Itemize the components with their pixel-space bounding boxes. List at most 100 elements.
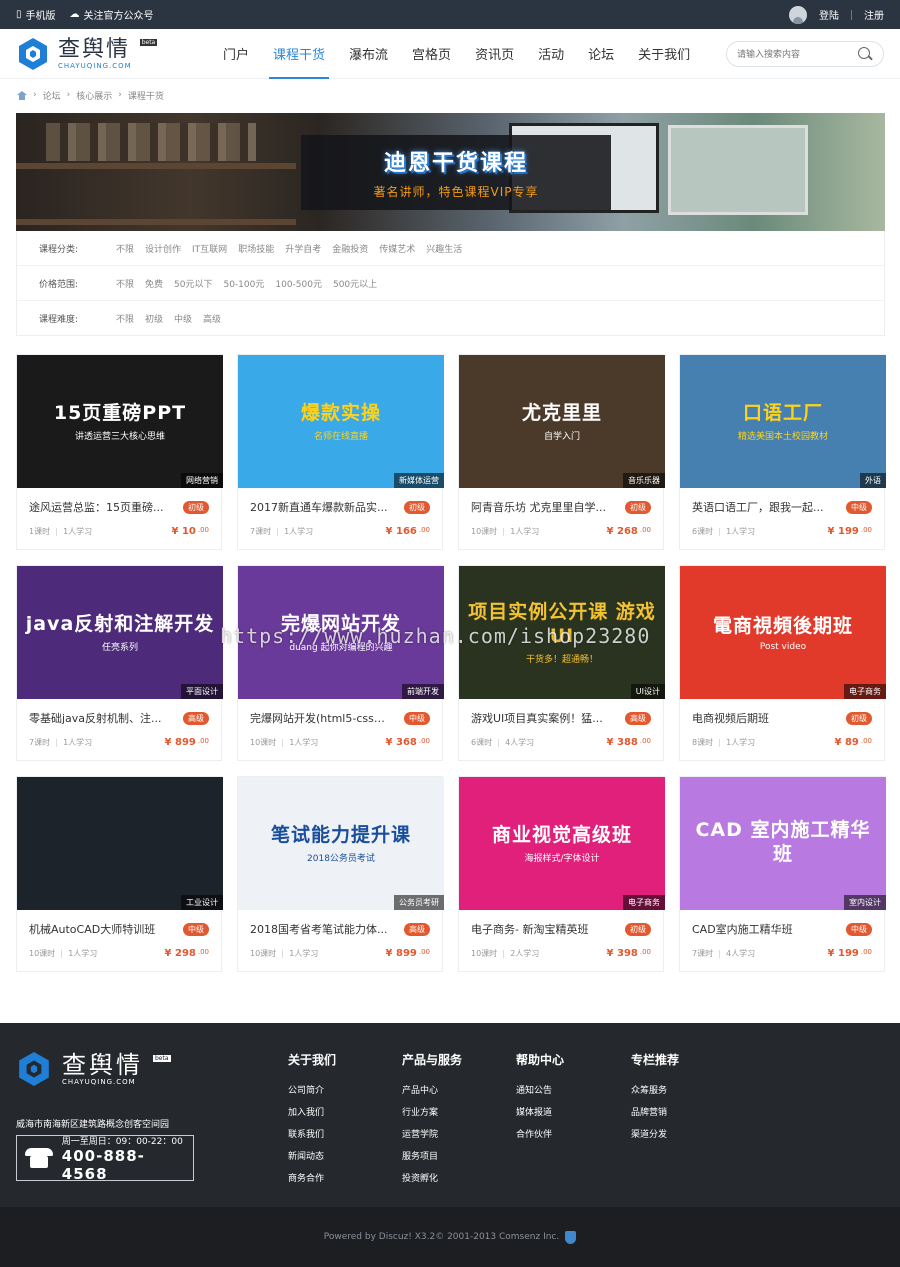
course-card[interactable]: 尤克里里 自学入门 音乐乐器 阿青音乐坊 尤克里里自学... 初级 10课时 1… xyxy=(458,354,665,550)
breadcrumb-item[interactable]: 核心展示 xyxy=(76,89,112,102)
course-thumbnail[interactable]: 爆款实操 名师在线直播 新媒体运营 xyxy=(238,355,444,488)
search-input[interactable] xyxy=(737,48,847,59)
course-card[interactable]: 口语工厂 精选美国本土校园教材 外语 英语口语工厂，跟我一起... 中级 6课时… xyxy=(679,354,886,550)
course-title[interactable]: 阿青音乐坊 尤克里里自学... xyxy=(471,499,606,515)
filter-option[interactable]: 升学自考 xyxy=(285,242,321,255)
avatar[interactable] xyxy=(789,5,807,24)
login-link[interactable]: 登陆 xyxy=(819,7,839,22)
filter-option[interactable]: 50元以下 xyxy=(174,277,212,290)
footer-link[interactable]: 产品中心 xyxy=(402,1080,462,1102)
course-card[interactable]: 爆款实操 名师在线直播 新媒体运营 2017新直通车爆款新品实... 初级 7课… xyxy=(237,354,444,550)
filter-option[interactable]: 职场技能 xyxy=(238,242,274,255)
nav-item[interactable]: 论坛 xyxy=(576,29,626,79)
footer-column: 关于我们 公司简介 加入我们 联系我们 新闻动态 商务合作 xyxy=(288,1051,336,1190)
footer-phone: 400-888-4568 xyxy=(61,1146,145,1183)
register-link[interactable]: 注册 xyxy=(864,7,884,22)
course-card[interactable]: 完爆网站开发 duang 起你对编程的兴趣 前端开发 完爆网站开发(html5-… xyxy=(237,565,444,761)
footer-link[interactable]: 公司简介 xyxy=(288,1080,336,1102)
home-icon[interactable] xyxy=(17,90,27,100)
filter-option[interactable]: 高级 xyxy=(203,312,221,325)
course-title[interactable]: 机械AutoCAD大师特训班 xyxy=(29,921,155,937)
filter-option[interactable]: IT互联网 xyxy=(192,242,227,255)
course-thumbnail[interactable]: 尤克里里 自学入门 音乐乐器 xyxy=(459,355,665,488)
footer-link[interactable]: 合作伙伴 xyxy=(516,1124,564,1146)
course-card[interactable]: CAD 室内施工精华班 室内设计 CAD室内施工精华班 中级 7课时 4人学习 … xyxy=(679,776,886,972)
course-thumbnail[interactable]: 完爆网站开发 duang 起你对编程的兴趣 前端开发 xyxy=(238,566,444,699)
footer-link[interactable]: 行业方案 xyxy=(402,1102,462,1124)
filter-option[interactable]: 金融投资 xyxy=(332,242,368,255)
filter-option[interactable]: 中级 xyxy=(174,312,192,325)
wechat-link[interactable]: ☁ 关注官方公众号 xyxy=(70,7,154,22)
course-title[interactable]: 零基础java反射机制、注... xyxy=(29,710,162,726)
mobile-link[interactable]: ▯ 手机版 xyxy=(16,7,56,22)
lesson-count: 10课时 xyxy=(29,949,56,958)
filter-option[interactable]: 100-500元 xyxy=(275,277,322,290)
nav-item[interactable]: 课程干货 xyxy=(261,29,337,79)
course-thumbnail[interactable]: 15页重磅PPT 讲透运营三大核心思维 网络营销 xyxy=(17,355,223,488)
course-thumbnail[interactable]: 商业视觉高级班 海报样式/字体设计 电子商务 xyxy=(459,777,665,910)
filter-option[interactable]: 不限 xyxy=(116,242,134,255)
course-title[interactable]: CAD室内施工精华班 xyxy=(692,921,793,937)
footer-link[interactable]: 新闻动态 xyxy=(288,1146,336,1168)
filter-option[interactable]: 50-100元 xyxy=(223,277,264,290)
course-title[interactable]: 电商视频后期班 xyxy=(692,710,769,726)
course-card[interactable]: 15页重磅PPT 讲透运营三大核心思维 网络营销 途风运营总监：15页重磅...… xyxy=(16,354,223,550)
course-title[interactable]: 英语口语工厂，跟我一起... xyxy=(692,499,824,515)
course-card[interactable]: 笔试能力提升课 2018公务员考试 公务员考研 2018国考省考笔试能力体...… xyxy=(237,776,444,972)
filter-option[interactable]: 不限 xyxy=(116,312,134,325)
course-title[interactable]: 游戏UI项目真实案例！猛... xyxy=(471,710,603,726)
course-thumbnail[interactable]: 口语工厂 精选美国本土校园教材 外语 xyxy=(680,355,886,488)
category-tag: 室内设计 xyxy=(844,895,886,910)
footer-link[interactable]: 运营学院 xyxy=(402,1124,462,1146)
course-title[interactable]: 2017新直通车爆款新品实... xyxy=(250,499,387,515)
footer-link[interactable]: 通知公告 xyxy=(516,1080,564,1102)
filter-option[interactable]: 传媒艺术 xyxy=(379,242,415,255)
nav-item[interactable]: 宫格页 xyxy=(400,29,463,79)
filter-option[interactable]: 免费 xyxy=(145,277,163,290)
footer-link[interactable]: 品牌营销 xyxy=(631,1102,679,1124)
course-title[interactable]: 电子商务- 新淘宝精英班 xyxy=(471,921,588,937)
course-card[interactable]: 電商視頻後期班 Post video 电子商务 电商视频后期班 初级 8课时 1… xyxy=(679,565,886,761)
site-logo[interactable]: 查舆情 CHAYUQING.COM beta xyxy=(16,37,206,71)
lesson-count: 10课时 xyxy=(250,738,277,747)
filter-option[interactable]: 兴趣生活 xyxy=(426,242,462,255)
course-card[interactable]: 项目实例公开课 游戏UI 干货多！超通畅！ UI设计 游戏UI项目真实案例！猛.… xyxy=(458,565,665,761)
course-title[interactable]: 完爆网站开发(html5-css3... xyxy=(250,710,390,726)
filter-option[interactable]: 设计创作 xyxy=(145,242,181,255)
filter-option[interactable]: 初级 xyxy=(145,312,163,325)
learner-count: 1人学习 xyxy=(63,738,93,747)
footer-link[interactable]: 商务合作 xyxy=(288,1168,336,1190)
course-thumbnail[interactable]: 笔试能力提升课 2018公务员考试 公务员考研 xyxy=(238,777,444,910)
footer-link[interactable]: 加入我们 xyxy=(288,1102,336,1124)
footer-link[interactable]: 渠道分发 xyxy=(631,1124,679,1146)
filter-option[interactable]: 500元以上 xyxy=(333,277,377,290)
nav-item[interactable]: 瀑布流 xyxy=(337,29,400,79)
footer-link[interactable]: 众筹服务 xyxy=(631,1080,679,1102)
footer-link[interactable]: 服务项目 xyxy=(402,1146,462,1168)
telephone-icon xyxy=(25,1148,53,1168)
hero-banner[interactable]: 迪恩干货课程 著名讲师，特色课程VIP专享 xyxy=(16,113,885,231)
nav-item[interactable]: 资讯页 xyxy=(463,29,526,79)
footer-link[interactable]: 媒体报道 xyxy=(516,1102,564,1124)
course-thumbnail[interactable]: java反射和注解开发 任亮系列 平面设计 xyxy=(17,566,223,699)
course-thumbnail[interactable]: CAD 室内施工精华班 室内设计 xyxy=(680,777,886,910)
search-icon[interactable] xyxy=(857,46,873,62)
footer-logo[interactable]: 查舆情 CHAYUQING.COM beta xyxy=(16,1051,171,1087)
filter-option[interactable]: 不限 xyxy=(116,277,134,290)
category-tag: 网络营销 xyxy=(181,473,223,488)
course-thumbnail[interactable]: 项目实例公开课 游戏UI 干货多！超通畅！ UI设计 xyxy=(459,566,665,699)
course-title[interactable]: 2018国考省考笔试能力体... xyxy=(250,921,387,937)
course-thumbnail[interactable]: 電商視頻後期班 Post video 电子商务 xyxy=(680,566,886,699)
course-card[interactable]: 工业设计 机械AutoCAD大师特训班 中级 10课时 1人学习 ¥ 298.0… xyxy=(16,776,223,972)
course-title[interactable]: 途风运营总监：15页重磅... xyxy=(29,499,164,515)
nav-item[interactable]: 门户 xyxy=(211,29,261,79)
course-thumbnail[interactable]: 工业设计 xyxy=(17,777,223,910)
nav-item[interactable]: 活动 xyxy=(526,29,576,79)
footer-link[interactable]: 联系我们 xyxy=(288,1124,336,1146)
course-card[interactable]: 商业视觉高级班 海报样式/字体设计 电子商务 电子商务- 新淘宝精英班 初级 1… xyxy=(458,776,665,972)
course-card[interactable]: java反射和注解开发 任亮系列 平面设计 零基础java反射机制、注... 高… xyxy=(16,565,223,761)
nav-item[interactable]: 关于我们 xyxy=(626,29,702,79)
breadcrumb-item[interactable]: 论坛 xyxy=(43,89,61,102)
thumbnail-title: CAD 室内施工精华班 xyxy=(695,818,871,865)
footer-link[interactable]: 投资孵化 xyxy=(402,1168,462,1190)
